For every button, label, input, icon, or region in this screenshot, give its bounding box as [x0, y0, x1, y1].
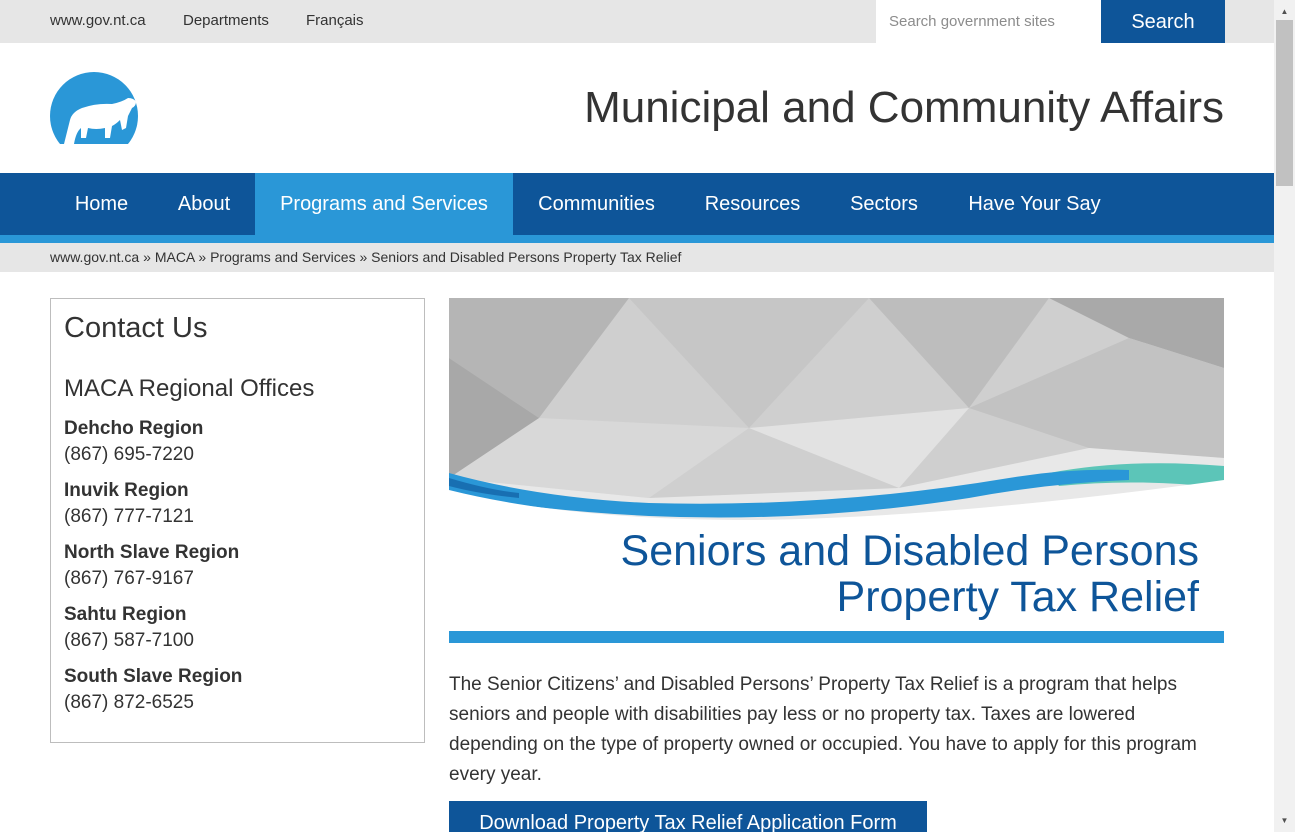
chevron-down-icon[interactable]: ▼ [1274, 812, 1295, 829]
region-phone[interactable]: (867) 587-7100 [64, 628, 411, 654]
utility-link-departments[interactable]: Departments [183, 12, 269, 29]
breadcrumb-link-programs[interactable]: Programs and Services [210, 249, 356, 265]
region-item: Dehcho Region (867) 695-7220 [64, 416, 411, 468]
breadcrumb-separator: » [143, 249, 151, 265]
sidebar-subtitle: MACA Regional Offices [64, 375, 315, 402]
region-phone[interactable]: (867) 872-6525 [64, 690, 411, 716]
polar-bear-logo-icon[interactable] [50, 72, 138, 144]
search-button[interactable]: Search [1101, 0, 1225, 43]
breadcrumb-link-maca[interactable]: MACA [155, 249, 195, 265]
breadcrumb-current: Seniors and Disabled Persons Property Ta… [371, 249, 682, 265]
breadcrumb-link-gov[interactable]: www.gov.nt.ca [50, 249, 139, 265]
region-item: South Slave Region (867) 872-6525 [64, 664, 411, 716]
region-name: North Slave Region [64, 542, 240, 563]
region-phone[interactable]: (867) 695-7220 [64, 442, 411, 468]
region-phone[interactable]: (867) 767-9167 [64, 566, 411, 592]
download-form-button[interactable]: Download Property Tax Relief Application… [449, 801, 927, 832]
region-phone[interactable]: (867) 777-7121 [64, 504, 411, 530]
region-name: South Slave Region [64, 666, 243, 687]
contact-sidebar: Contact Us MACA Regional Offices Dehcho … [50, 298, 425, 743]
region-name: Sahtu Region [64, 604, 187, 625]
breadcrumb-separator: » [198, 249, 207, 265]
main-nav: Home About Programs and Services Communi… [0, 173, 1274, 235]
scrollbar[interactable]: ▲ ▼ [1274, 0, 1295, 832]
utility-link-gov[interactable]: www.gov.nt.ca [50, 12, 146, 29]
region-name: Inuvik Region [64, 480, 189, 501]
nav-item-programs-and-services[interactable]: Programs and Services [255, 173, 513, 235]
utility-link-francais[interactable]: Français [306, 12, 364, 29]
region-item: Sahtu Region (867) 587-7100 [64, 602, 411, 654]
page-title: Seniors and Disabled Persons Property Ta… [449, 528, 1199, 620]
page-title-line2: Property Tax Relief [836, 573, 1199, 621]
nav-underline [0, 235, 1274, 243]
region-item: Inuvik Region (867) 777-7121 [64, 478, 411, 530]
region-item: North Slave Region (867) 767-9167 [64, 540, 411, 592]
site-title: Municipal and Community Affairs [584, 83, 1224, 132]
region-name: Dehcho Region [64, 418, 204, 439]
page-title-line1: Seniors and Disabled Persons [620, 527, 1199, 575]
chevron-up-icon[interactable]: ▲ [1274, 3, 1295, 20]
heading-underline [449, 631, 1224, 643]
nav-item-about[interactable]: About [153, 173, 255, 235]
intro-paragraph: The Senior Citizens’ and Disabled Person… [449, 674, 1197, 785]
nav-item-have-your-say[interactable]: Have Your Say [943, 173, 1126, 235]
nav-item-resources[interactable]: Resources [680, 173, 825, 235]
page-banner-image [449, 298, 1224, 523]
nav-item-sectors[interactable]: Sectors [825, 173, 943, 235]
utility-bar: www.gov.nt.ca Departments Français Searc… [0, 0, 1274, 43]
sidebar-title: Contact Us [64, 312, 208, 344]
nav-item-communities[interactable]: Communities [513, 173, 680, 235]
scroll-thumb[interactable] [1276, 20, 1293, 186]
breadcrumb-separator: » [359, 249, 368, 265]
nav-item-home[interactable]: Home [50, 173, 153, 235]
breadcrumb: www.gov.nt.ca » MACA » Programs and Serv… [0, 243, 1274, 272]
search-input[interactable] [876, 0, 1101, 43]
